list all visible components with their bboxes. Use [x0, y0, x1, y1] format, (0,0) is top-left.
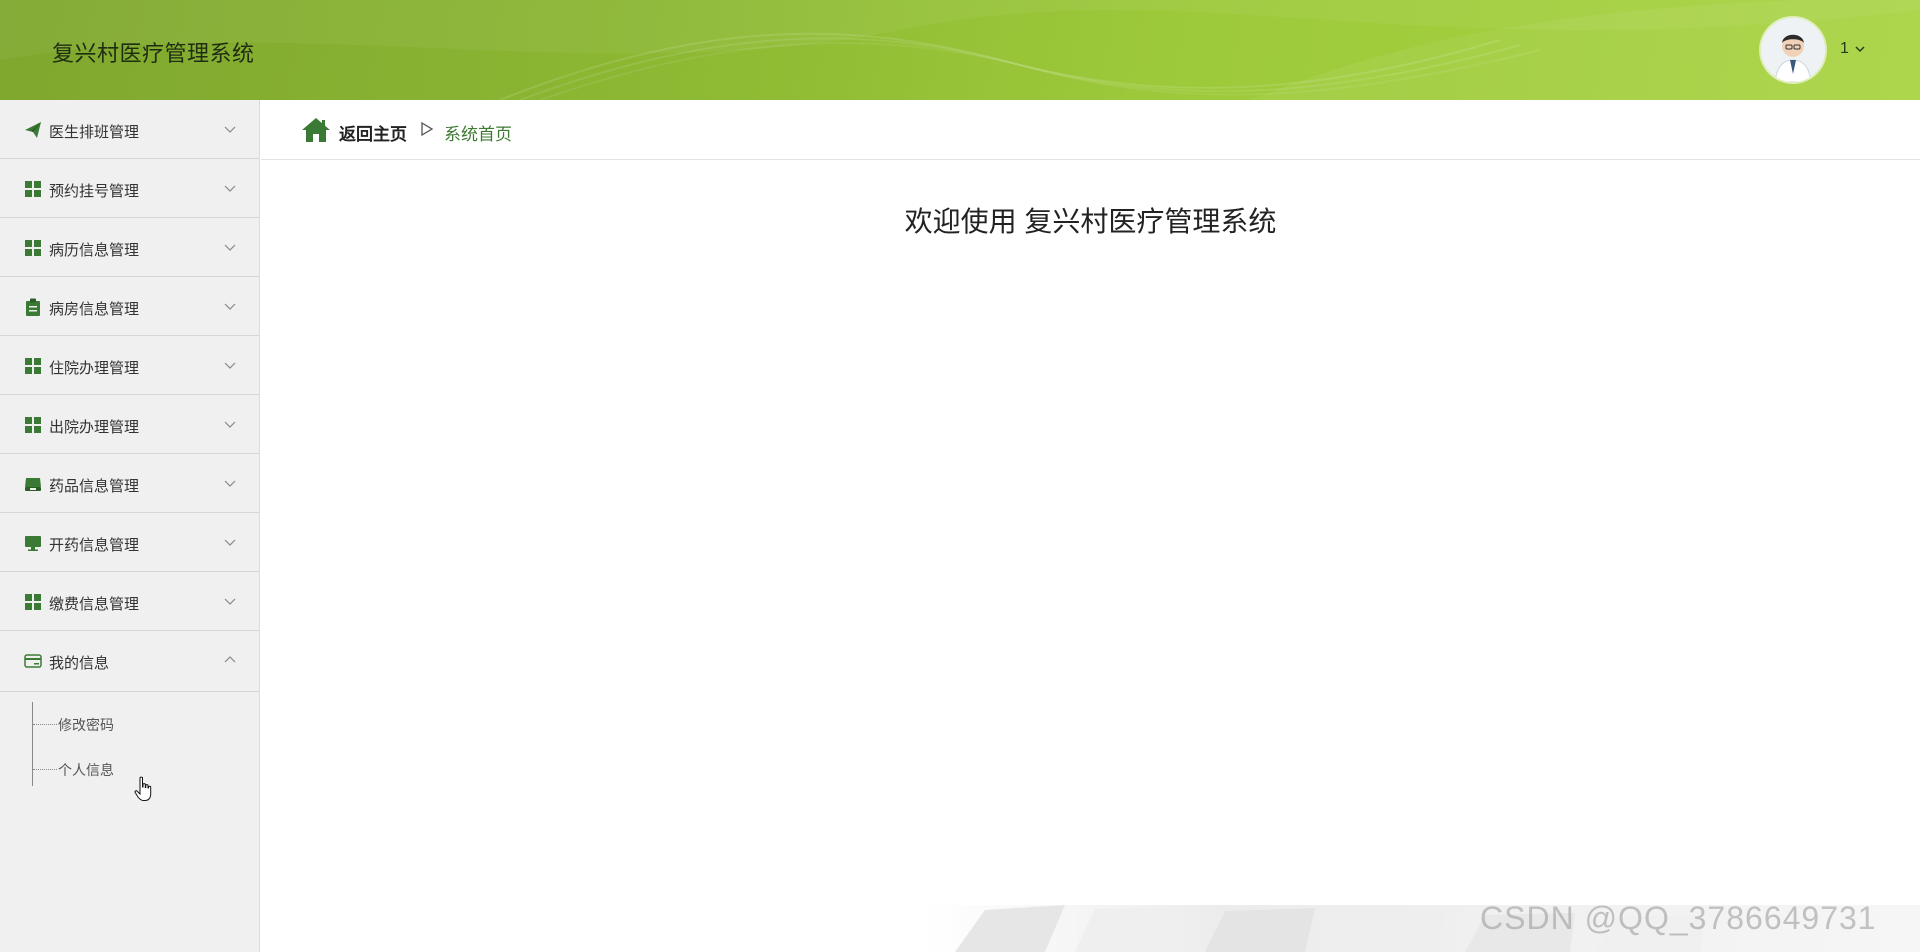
sidebar-item-label: 缴费信息管理: [49, 596, 140, 613]
breadcrumb-current: 系统首页: [444, 125, 512, 144]
sidebar-item-prescription[interactable]: 开药信息管理: [0, 513, 259, 572]
triangle-right-icon: [421, 121, 434, 137]
tray-icon: [25, 478, 41, 491]
sidebar: 医生排班管理 预约挂号管理 病历信息管理 病房信息管理 住院办理管理 出院办理管…: [0, 100, 260, 952]
grid-icon: [25, 181, 41, 197]
app-title: 复兴村医疗管理系统: [52, 41, 255, 66]
chevron-down-icon: [224, 303, 236, 310]
submenu-item-label: 修改密码: [58, 717, 114, 733]
tree-branch: [33, 724, 57, 725]
clipboard-icon: [26, 298, 40, 316]
card-icon: [24, 654, 42, 668]
welcome-heading: 欢迎使用 复兴村医疗管理系统: [904, 206, 1277, 237]
user-avatar[interactable]: [1761, 18, 1825, 82]
chevron-down-icon: [224, 185, 236, 192]
chevron-down-icon[interactable]: [1855, 44, 1865, 54]
sidebar-item-payment[interactable]: 缴费信息管理: [0, 572, 259, 631]
sidebar-item-doctor-schedule[interactable]: 医生排班管理: [0, 100, 259, 159]
sidebar-item-label: 病房信息管理: [49, 301, 140, 318]
header-wave-decoration: [0, 0, 1920, 100]
monitor-icon: [25, 536, 41, 551]
sidebar-item-label: 药品信息管理: [49, 478, 140, 495]
submenu-item-personal-info[interactable]: 个人信息: [33, 757, 213, 781]
home-icon[interactable]: [301, 117, 331, 143]
sidebar-item-discharge[interactable]: 出院办理管理: [0, 395, 259, 454]
grid-icon: [25, 240, 41, 256]
sidebar-item-label: 预约挂号管理: [49, 183, 140, 200]
chevron-up-icon: [224, 656, 236, 663]
grid-icon: [25, 358, 41, 374]
chevron-down-icon: [224, 480, 236, 487]
grid-icon: [25, 417, 41, 433]
submenu-item-label: 个人信息: [58, 762, 114, 778]
sidebar-item-medicine[interactable]: 药品信息管理: [0, 454, 259, 513]
hand-pointer-icon: [134, 776, 152, 801]
sidebar-item-label: 住院办理管理: [49, 360, 140, 377]
sidebar-item-label: 出院办理管理: [49, 419, 140, 436]
sidebar-item-admission[interactable]: 住院办理管理: [0, 336, 259, 395]
doctor-avatar-icon: [1761, 18, 1825, 82]
breadcrumb: 返回主页 系统首页: [261, 100, 1920, 160]
sidebar-item-appointment[interactable]: 预约挂号管理: [0, 159, 259, 218]
grid-icon: [25, 594, 41, 610]
sidebar-item-label: 医生排班管理: [49, 124, 140, 141]
sidebar-item-ward[interactable]: 病房信息管理: [0, 277, 259, 336]
user-name[interactable]: 1: [1840, 40, 1849, 58]
chevron-down-icon: [224, 362, 236, 369]
chevron-down-icon: [224, 421, 236, 428]
watermark: CSDN @QQ_3786649731: [1480, 900, 1877, 936]
submenu-item-change-password[interactable]: 修改密码: [33, 712, 213, 736]
sidebar-item-my-info[interactable]: 我的信息: [0, 631, 259, 692]
submenu-my-info: 修改密码 个人信息: [0, 692, 259, 802]
top-header: 复兴村医疗管理系统 1: [0, 0, 1920, 100]
chevron-down-icon: [224, 244, 236, 251]
sidebar-item-label: 病历信息管理: [49, 242, 140, 259]
tree-branch: [33, 769, 57, 770]
chevron-down-icon: [224, 598, 236, 605]
sidebar-item-medical-record[interactable]: 病历信息管理: [0, 218, 259, 277]
chevron-down-icon: [224, 539, 236, 546]
paper-plane-icon: [25, 122, 41, 138]
sidebar-item-label: 我的信息: [49, 655, 110, 672]
sidebar-item-label: 开药信息管理: [49, 537, 140, 554]
breadcrumb-home-link[interactable]: 返回主页: [339, 120, 407, 145]
chevron-down-icon: [224, 126, 236, 133]
